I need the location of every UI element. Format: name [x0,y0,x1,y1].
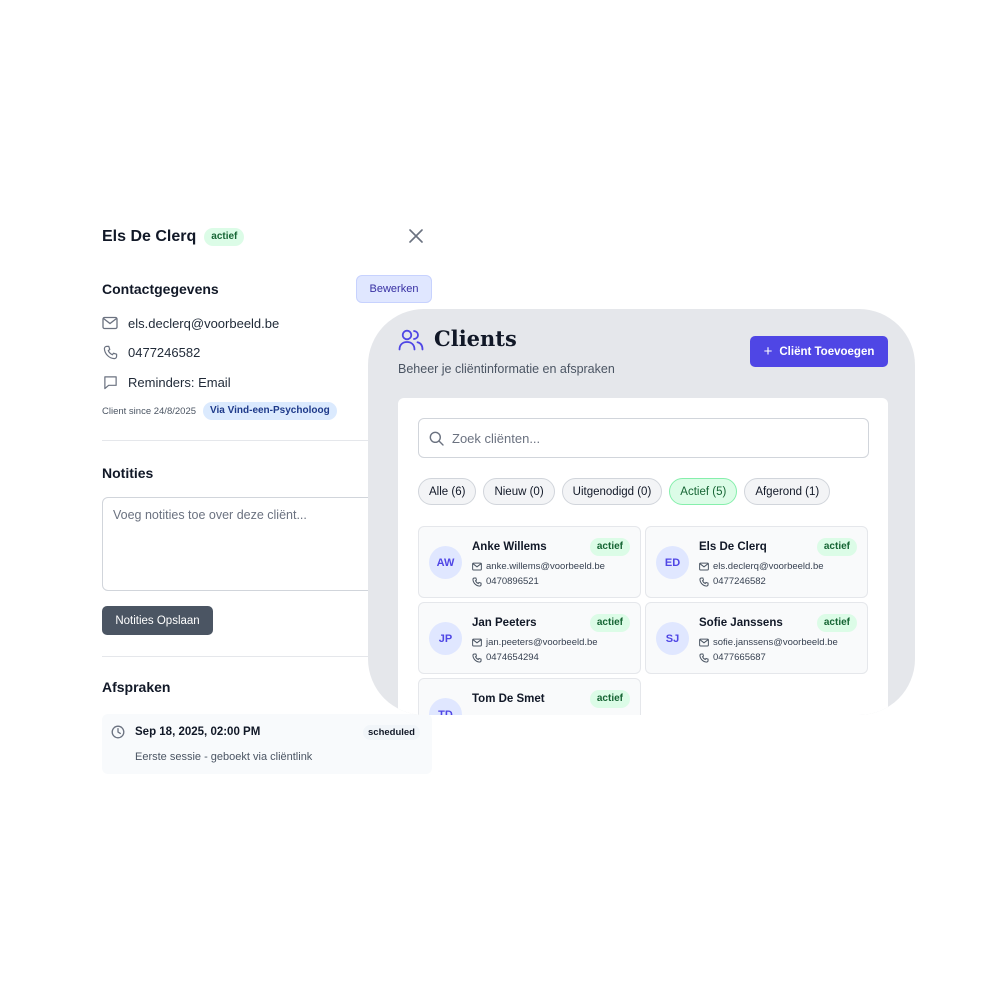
contact-reminders-row: Reminders: Email [102,373,231,391]
status-badge: actief [589,538,630,556]
phone-icon [699,652,709,663]
filter-active[interactable]: Actief (5) [669,478,738,505]
add-client-label: Cliënt Toevoegen [779,345,875,358]
status-badge: actief [204,228,245,246]
client-card-name: Tom De Smet [472,693,545,705]
filter-completed[interactable]: Afgerond (1) [744,478,831,505]
client-card-email: els.declerq@voorbeeld.be [713,561,824,572]
avatar: JP [429,622,462,655]
contact-title: Contactgegevens [102,281,219,297]
contact-phone: 0477246582 [128,344,201,360]
status-filters: Alle (6) Nieuw (0) Uitgenodigd (0) Actie… [418,478,831,505]
mail-icon [472,638,482,648]
edit-button[interactable]: Bewerken [356,275,432,303]
contact-section-header: Contactgegevens Bewerken [102,274,432,304]
appointment-status-badge: scheduled [363,725,420,740]
client-card-name: Anke Willems [472,541,547,553]
client-card-phone-row: 0477246582 [699,576,766,587]
client-detail-panel: Els De Clerq actief Contactgegevens Bewe… [102,226,432,774]
phone-icon [699,576,709,587]
source-badge: Via Vind-een-Psycholoog [203,402,337,420]
client-card[interactable]: AW Anke Willems actief anke.willems@voor… [418,526,641,598]
appointment-card[interactable]: Sep 18, 2025, 02:00 PM scheduled Eerste … [102,714,432,774]
contact-email: els.declerq@voorbeeld.be [128,315,280,331]
save-notes-button[interactable]: Notities Opslaan [102,606,213,635]
client-name: Els De Clerq [102,228,197,245]
client-card-email-row: els.declerq@voorbeeld.be [699,561,824,572]
phone-icon [472,576,482,587]
close-icon[interactable] [409,229,423,243]
page-subtitle: Beheer je cliëntinformatie en afspraken [398,362,615,376]
avatar: TD [429,698,462,715]
message-icon [102,374,118,390]
client-card-name: Els De Clerq [699,541,767,553]
contact-reminders: Reminders: Email [128,374,231,390]
phone-icon [102,344,118,360]
mail-icon [699,638,709,648]
clock-icon [111,725,125,744]
notes-title: Notities [102,465,154,481]
appointments-title: Afspraken [102,679,171,695]
close-button[interactable] [406,226,426,246]
avatar: ED [656,546,689,579]
status-badge: actief [816,614,857,632]
client-card-phone: 0477246582 [713,576,766,587]
client-card-email-row: jan.peeters@voorbeeld.be [472,637,598,648]
status-badge: actief [589,614,630,632]
status-badge: actief [816,538,857,556]
client-card[interactable]: SJ Sofie Janssens actief sofie.janssens@… [645,602,868,674]
plus-icon: + [763,343,773,360]
client-card-phone-row: 0477665687 [699,652,766,663]
filter-all[interactable]: Alle (6) [418,478,477,505]
add-client-button[interactable]: + Cliënt Toevoegen [750,336,888,367]
mail-icon [699,562,709,572]
clients-list-panel: Alle (6) Nieuw (0) Uitgenodigd (0) Actie… [398,398,888,715]
contact-email-row: els.declerq@voorbeeld.be [102,314,279,332]
search-box[interactable] [418,418,869,458]
filter-invited[interactable]: Uitgenodigd (0) [561,478,663,505]
client-card-phone: 0477665687 [713,652,766,663]
mail-icon [472,562,482,572]
search-input[interactable] [452,419,852,457]
client-card[interactable]: ED Els De Clerq actief els.declerq@voorb… [645,526,868,598]
client-since-row: Client since 24/8/2025 Via Vind-een-Psyc… [102,402,337,420]
client-card-phone-row: 0470896521 [472,576,539,587]
mail-icon [102,315,118,331]
client-card-phone-row: 0474654294 [472,652,539,663]
client-card-name: Jan Peeters [472,617,537,629]
avatar: SJ [656,622,689,655]
clients-card: Clients Beheer je cliëntinformatie en af… [368,309,915,715]
page-title: Clients [434,326,517,351]
client-card-name: Sofie Janssens [699,617,783,629]
appointment-description: Eerste sessie - geboekt via cliëntlink [135,751,313,763]
client-card-phone: 0474654294 [486,652,539,663]
contact-phone-row: 0477246582 [102,343,200,361]
status-badge: actief [589,690,630,708]
search-icon [429,431,444,451]
users-icon [398,328,424,357]
client-card-email: jan.peeters@voorbeeld.be [486,637,598,648]
client-card-email: sofie.janssens@voorbeeld.be [713,637,838,648]
filter-new[interactable]: Nieuw (0) [483,478,555,505]
client-card[interactable]: TD Tom De Smet actief [418,678,641,715]
appointment-date: Sep 18, 2025, 02:00 PM [135,726,261,738]
client-card-phone: 0470896521 [486,576,539,587]
client-since: Client since 24/8/2025 [102,405,197,417]
phone-icon [472,652,482,663]
detail-header: Els De Clerq actief [102,226,432,248]
client-card-email-row: sofie.janssens@voorbeeld.be [699,637,838,648]
avatar: AW [429,546,462,579]
client-card-email-row: anke.willems@voorbeeld.be [472,561,605,572]
client-card-email: anke.willems@voorbeeld.be [486,561,605,572]
client-card[interactable]: JP Jan Peeters actief jan.peeters@voorbe… [418,602,641,674]
